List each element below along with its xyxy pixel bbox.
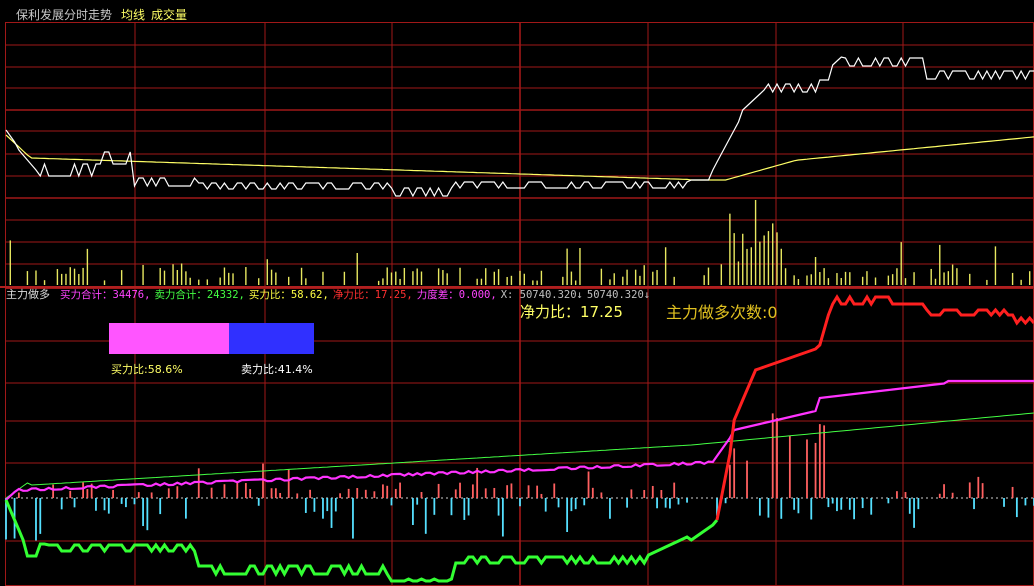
indicator-value: 买力比：58.62,	[249, 288, 329, 301]
indicator-value: X: 50740.320↓	[501, 289, 583, 301]
indicator-name: 主力做多	[6, 287, 50, 301]
legend-ma: 均线	[121, 8, 145, 22]
indicator-value: 卖力合计：24332,	[154, 288, 244, 301]
indicator-value: 50740.320↓	[587, 289, 650, 301]
indicator-values: 买力合计：34476, 卖力合计：24332, 买力比：58.62, 净力比：17.2…	[60, 288, 650, 301]
indicator-value: 力度差：0.000,	[417, 288, 497, 301]
intraday-chart-window: 保利发展分时走势 均线 成交量 主力做多 买力合计：34476, 卖力合计：243…	[0, 0, 1034, 586]
sell-ratio-label: 卖力比:41.4%	[241, 363, 313, 376]
long-count-label: 主力做多次数:0	[666, 303, 778, 322]
chart-canvas[interactable]: 保利发展分时走势 均线 成交量 主力做多 买力合计：34476, 卖力合计：243…	[0, 0, 1034, 586]
grid-lines	[0, 22, 1034, 586]
buy-ratio-label: 买力比:58.6%	[111, 363, 183, 376]
indicator-value: 买力合计：34476,	[60, 288, 150, 301]
legend-volume: 成交量	[151, 7, 187, 22]
net-ratio-label: 净力比：17.25	[520, 303, 623, 321]
chart-title: 保利发展分时走势	[16, 7, 112, 22]
sell-ratio-bar	[229, 323, 314, 354]
buy-ratio-bar	[109, 323, 229, 354]
indicator-value: 净力比：17.25,	[333, 288, 413, 301]
net-line	[715, 294, 1034, 521]
